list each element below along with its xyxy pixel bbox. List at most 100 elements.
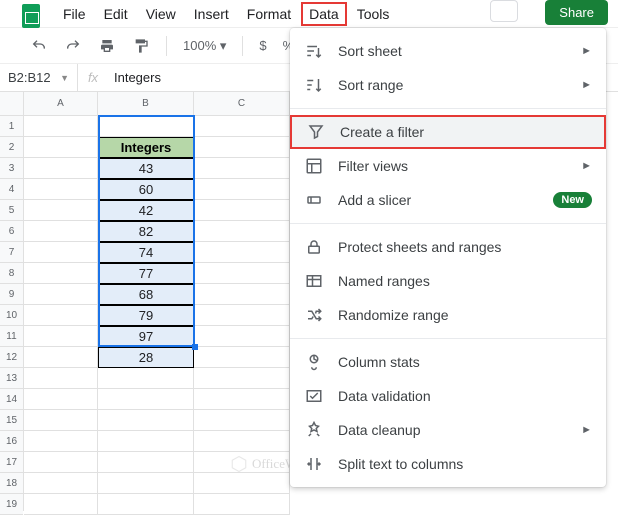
cell[interactable] [98,389,194,410]
cell[interactable] [24,368,98,389]
row-header[interactable]: 14 [0,389,23,410]
cell[interactable] [24,284,98,305]
cell[interactable] [194,116,290,137]
row-header[interactable]: 17 [0,452,23,473]
row-header[interactable]: 13 [0,368,23,389]
cell[interactable] [24,200,98,221]
menu-format[interactable]: Format [239,2,299,26]
menu-file[interactable]: File [55,2,94,26]
cell[interactable] [194,473,290,494]
col-header[interactable]: A [24,92,98,116]
row-header[interactable]: 10 [0,305,23,326]
menu-item-sort-sheet[interactable]: Sort sheet► [290,34,606,68]
zoom-selector[interactable]: 100% ▾ [183,38,226,54]
currency-format[interactable]: $ [259,38,266,53]
print-icon[interactable] [98,37,116,55]
cell[interactable] [194,242,290,263]
row-header[interactable]: 7 [0,242,23,263]
row-header[interactable]: 15 [0,410,23,431]
cell[interactable] [98,410,194,431]
cell[interactable] [24,137,98,158]
menu-item-split-text-to-columns[interactable]: Split text to columns [290,447,606,481]
cell[interactable] [98,452,194,473]
menu-item-sort-range[interactable]: Sort range► [290,68,606,102]
cell[interactable]: 82 [98,221,194,242]
selection-handle[interactable] [192,344,198,350]
menu-item-column-stats[interactable]: Column stats [290,345,606,379]
row-header[interactable]: 16 [0,431,23,452]
row-header[interactable]: 3 [0,158,23,179]
cell[interactable]: 97 [98,326,194,347]
present-button[interactable] [490,0,518,22]
cell[interactable] [194,389,290,410]
name-box[interactable]: B2:B12▼ [0,64,78,91]
undo-icon[interactable] [30,37,48,55]
cell[interactable] [98,368,194,389]
row-header[interactable]: 11 [0,326,23,347]
cell[interactable] [24,305,98,326]
menu-view[interactable]: View [138,2,184,26]
cell[interactable] [194,368,290,389]
menu-item-randomize-range[interactable]: Randomize range [290,298,606,332]
menu-tools[interactable]: Tools [349,2,398,26]
cell[interactable] [24,116,98,137]
cell[interactable]: Integers [98,137,194,158]
cell[interactable] [194,410,290,431]
menu-item-named-ranges[interactable]: Named ranges [290,264,606,298]
share-button[interactable]: Share [545,0,608,25]
cell[interactable] [24,326,98,347]
cell[interactable] [24,347,98,368]
cell[interactable] [98,116,194,137]
cell[interactable] [98,494,194,515]
cell[interactable] [24,389,98,410]
cell[interactable] [194,200,290,221]
cell[interactable]: 28 [98,347,194,368]
menu-item-filter-views[interactable]: Filter views► [290,149,606,183]
menu-item-data-cleanup[interactable]: Data cleanup► [290,413,606,447]
cell[interactable]: 42 [98,200,194,221]
cell[interactable] [194,494,290,515]
cell[interactable] [24,242,98,263]
row-header[interactable]: 9 [0,284,23,305]
cell[interactable] [24,221,98,242]
menu-insert[interactable]: Insert [186,2,237,26]
cell[interactable] [98,473,194,494]
row-header[interactable]: 18 [0,473,23,494]
cell[interactable]: 79 [98,305,194,326]
row-header[interactable]: 2 [0,137,23,158]
row-header[interactable]: 1 [0,116,23,137]
row-header[interactable]: 5 [0,200,23,221]
cell[interactable] [194,179,290,200]
cell[interactable] [24,410,98,431]
cell[interactable] [24,452,98,473]
col-header[interactable]: B [98,92,194,116]
menu-item-protect-sheets-and-ranges[interactable]: Protect sheets and ranges [290,230,606,264]
menu-item-add-a-slicer[interactable]: Add a slicerNew [290,183,606,217]
row-header[interactable]: 19 [0,494,23,515]
row-header[interactable]: 4 [0,179,23,200]
cell[interactable] [194,305,290,326]
cell[interactable] [194,452,290,473]
cell[interactable] [24,179,98,200]
cell[interactable] [194,221,290,242]
redo-icon[interactable] [64,37,82,55]
cell[interactable] [24,494,98,515]
cell[interactable] [194,284,290,305]
cell[interactable]: 74 [98,242,194,263]
cell[interactable] [24,431,98,452]
cell[interactable]: 43 [98,158,194,179]
cell[interactable] [194,347,290,368]
cell[interactable]: 77 [98,263,194,284]
menu-edit[interactable]: Edit [96,2,136,26]
menu-item-create-a-filter[interactable]: Create a filter [290,115,606,149]
cell[interactable] [194,431,290,452]
cell[interactable] [24,263,98,284]
cell[interactable]: 60 [98,179,194,200]
row-header[interactable]: 6 [0,221,23,242]
paint-format-icon[interactable] [132,37,150,55]
menu-item-data-validation[interactable]: Data validation [290,379,606,413]
cell[interactable] [194,263,290,284]
cell[interactable] [194,158,290,179]
cell[interactable] [98,431,194,452]
cell[interactable] [24,158,98,179]
